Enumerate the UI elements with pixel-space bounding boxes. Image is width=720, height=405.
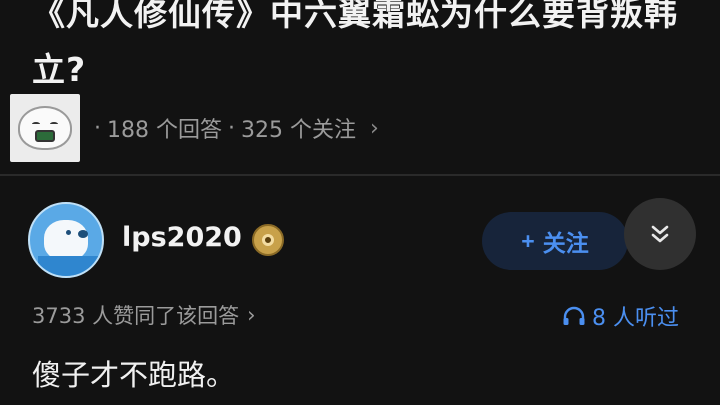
question-thumbnail xyxy=(10,94,80,162)
upvote-text: 3733 人赞同了该回答 xyxy=(32,304,240,328)
follow-label: 关注 xyxy=(542,230,589,256)
upvote-summary[interactable]: 3733 人赞同了该回答 › xyxy=(32,300,256,330)
double-chevron-down-icon xyxy=(651,225,669,243)
separator-dot: · xyxy=(94,115,101,141)
question-stats[interactable]: · 188 个回答 · 325 个关注 › xyxy=(94,112,379,144)
question-meta[interactable]: · 188 个回答 · 325 个关注 › xyxy=(10,94,379,162)
sticker-eye-left xyxy=(32,122,40,126)
avatar-eye xyxy=(66,230,71,235)
author-avatar[interactable] xyxy=(28,202,104,278)
separator-dot: · xyxy=(228,115,235,141)
listen-text: 8 人听过 xyxy=(592,306,679,331)
plus-icon: + xyxy=(521,227,535,254)
follows-count: 325 个关注 xyxy=(241,118,356,143)
answers-count: 188 个回答 xyxy=(107,118,222,143)
medal-badge-icon[interactable] xyxy=(252,224,284,256)
answer-page: 《凡人修仙传》中六翼霜蚣为什么要背叛韩立? · 188 个回答 · 325 个关… xyxy=(0,0,720,405)
chevron-right-icon: › xyxy=(370,115,379,141)
sticker-face xyxy=(18,106,72,150)
follow-button[interactable]: + 关注 xyxy=(482,212,628,270)
avatar-scarf xyxy=(38,256,98,276)
sticker-eye-right xyxy=(50,122,58,126)
headphones-icon xyxy=(563,306,585,325)
answer-content[interactable]: 傻子才不跑路。 xyxy=(32,352,235,394)
badge-center xyxy=(262,234,274,246)
sticker-mouth xyxy=(35,130,55,142)
chevron-right-icon: › xyxy=(247,303,256,327)
section-divider xyxy=(0,174,720,176)
question-title[interactable]: 《凡人修仙传》中六翼霜蚣为什么要背叛韩立? xyxy=(32,0,712,98)
avatar-dog-face xyxy=(44,220,88,260)
listen-count[interactable]: 8 人听过 xyxy=(562,300,679,332)
expand-button[interactable] xyxy=(624,198,696,270)
author-name[interactable]: lps2020 xyxy=(122,222,242,253)
avatar-nose xyxy=(78,230,88,238)
